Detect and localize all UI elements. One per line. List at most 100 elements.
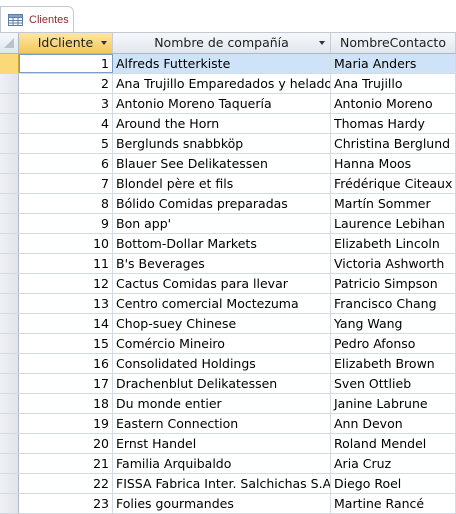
- row-selector[interactable]: [0, 154, 19, 173]
- table-row[interactable]: 12 Cactus Comidas para llevar Patricio Sim…: [0, 274, 456, 294]
- column-header-nombre-compania[interactable]: Nombre de compañía: [113, 33, 331, 53]
- row-selector[interactable]: [0, 74, 19, 93]
- cell-idcliente[interactable]: 9: [19, 214, 113, 233]
- cell-contact-name[interactable]: Martín Sommer: [331, 194, 456, 213]
- cell-idcliente[interactable]: 3: [19, 94, 113, 113]
- row-selector[interactable]: [0, 394, 19, 413]
- cell-contact-name[interactable]: Pedro Afonso: [331, 334, 456, 353]
- cell-company-name[interactable]: Cactus Comidas para llevar: [113, 274, 331, 293]
- row-selector[interactable]: [0, 214, 19, 233]
- cell-contact-name[interactable]: Thomas Hardy: [331, 114, 456, 133]
- cell-idcliente[interactable]: 11: [19, 254, 113, 273]
- table-row[interactable]: 4 Around the Horn Thomas Hardy: [0, 114, 456, 134]
- cell-company-name[interactable]: Bon app': [113, 214, 331, 233]
- cell-idcliente[interactable]: 16: [19, 354, 113, 373]
- row-selector[interactable]: [0, 454, 19, 473]
- row-selector[interactable]: [0, 114, 19, 133]
- cell-company-name[interactable]: Berglunds snabbköp: [113, 134, 331, 153]
- cell-contact-name[interactable]: Victoria Ashworth: [331, 254, 456, 273]
- cell-company-name[interactable]: Familia Arquibaldo: [113, 454, 331, 473]
- row-selector[interactable]: [0, 314, 19, 333]
- row-selector[interactable]: [0, 294, 19, 313]
- cell-company-name[interactable]: Bottom-Dollar Markets: [113, 234, 331, 253]
- cell-idcliente[interactable]: 5: [19, 134, 113, 153]
- cell-contact-name[interactable]: Christina Berglund: [331, 134, 456, 153]
- cell-company-name[interactable]: Ernst Handel: [113, 434, 331, 453]
- table-row[interactable]: 13 Centro comercial Moctezuma Francisco Ch…: [0, 294, 456, 314]
- cell-company-name[interactable]: Du monde entier: [113, 394, 331, 413]
- table-row[interactable]: 18 Du monde entier Janine Labrune: [0, 394, 456, 414]
- table-row[interactable]: 2 Ana Trujillo Emparedados y helados Ana T…: [0, 74, 456, 94]
- cell-company-name[interactable]: Ana Trujillo Emparedados y helados: [113, 74, 331, 93]
- chevron-down-icon[interactable]: [101, 41, 107, 45]
- table-row[interactable]: 1 Alfreds Futterkiste Maria Anders: [0, 54, 456, 74]
- cell-company-name[interactable]: Bólido Comidas preparadas: [113, 194, 331, 213]
- cell-idcliente[interactable]: 15: [19, 334, 113, 353]
- table-row[interactable]: 3 Antonio Moreno Taquería Antonio Moreno: [0, 94, 456, 114]
- cell-idcliente[interactable]: 21: [19, 454, 113, 473]
- cell-contact-name[interactable]: Sven Ottlieb: [331, 374, 456, 393]
- table-row[interactable]: 20 Ernst Handel Roland Mendel: [0, 434, 456, 454]
- table-row[interactable]: 17 Drachenblut Delikatessen Sven Ottlieb: [0, 374, 456, 394]
- table-row[interactable]: 7 Blondel père et fils Frédérique Citeaux: [0, 174, 456, 194]
- cell-idcliente[interactable]: 12: [19, 274, 113, 293]
- cell-contact-name[interactable]: Patricio Simpson: [331, 274, 456, 293]
- cell-contact-name[interactable]: Maria Anders: [331, 54, 456, 73]
- row-selector[interactable]: [0, 234, 19, 253]
- cell-company-name[interactable]: Comércio Mineiro: [113, 334, 331, 353]
- cell-company-name[interactable]: Drachenblut Delikatessen: [113, 374, 331, 393]
- table-row[interactable]: 8 Bólido Comidas preparadas Martín Sommer: [0, 194, 456, 214]
- cell-contact-name[interactable]: Ana Trujillo: [331, 74, 456, 93]
- row-selector[interactable]: [0, 54, 19, 73]
- cell-idcliente[interactable]: 8: [19, 194, 113, 213]
- table-row[interactable]: 10 Bottom-Dollar Markets Elizabeth Lincoln: [0, 234, 456, 254]
- cell-contact-name[interactable]: Janine Labrune: [331, 394, 456, 413]
- chevron-down-icon[interactable]: [319, 41, 325, 45]
- cell-company-name[interactable]: FISSA Fabrica Inter. Salchichas S.A.: [113, 474, 331, 493]
- row-selector[interactable]: [0, 254, 19, 273]
- cell-company-name[interactable]: Centro comercial Moctezuma: [113, 294, 331, 313]
- cell-contact-name[interactable]: Elizabeth Brown: [331, 354, 456, 373]
- cell-idcliente[interactable]: 18: [19, 394, 113, 413]
- column-header-idcliente[interactable]: IdCliente: [19, 33, 113, 53]
- row-selector[interactable]: [0, 194, 19, 213]
- cell-contact-name[interactable]: Yang Wang: [331, 314, 456, 333]
- table-row[interactable]: 11 B's Beverages Victoria Ashworth: [0, 254, 456, 274]
- cell-contact-name[interactable]: Elizabeth Lincoln: [331, 234, 456, 253]
- table-row[interactable]: 14 Chop-suey Chinese Yang Wang: [0, 314, 456, 334]
- cell-company-name[interactable]: Blauer See Delikatessen: [113, 154, 331, 173]
- select-all-button[interactable]: [0, 33, 19, 53]
- row-selector[interactable]: [0, 174, 19, 193]
- table-row[interactable]: 15 Comércio Mineiro Pedro Afonso: [0, 334, 456, 354]
- cell-contact-name[interactable]: Hanna Moos: [331, 154, 456, 173]
- row-selector[interactable]: [0, 94, 19, 113]
- cell-company-name[interactable]: Chop-suey Chinese: [113, 314, 331, 333]
- cell-contact-name[interactable]: Francisco Chang: [331, 294, 456, 313]
- cell-contact-name[interactable]: Aria Cruz: [331, 454, 456, 473]
- table-row[interactable]: 21 Familia Arquibaldo Aria Cruz: [0, 454, 456, 474]
- cell-contact-name[interactable]: Roland Mendel: [331, 434, 456, 453]
- cell-company-name[interactable]: Blondel père et fils: [113, 174, 331, 193]
- cell-company-name[interactable]: Around the Horn: [113, 114, 331, 133]
- table-row[interactable]: 6 Blauer See Delikatessen Hanna Moos: [0, 154, 456, 174]
- cell-idcliente[interactable]: 10: [19, 234, 113, 253]
- table-row[interactable]: 23 Folies gourmandes Martine Rancé: [0, 494, 456, 514]
- table-row[interactable]: 9 Bon app' Laurence Lebihan: [0, 214, 456, 234]
- row-selector[interactable]: [0, 474, 19, 493]
- cell-idcliente[interactable]: 20: [19, 434, 113, 453]
- cell-company-name[interactable]: Eastern Connection: [113, 414, 331, 433]
- cell-company-name[interactable]: Antonio Moreno Taquería: [113, 94, 331, 113]
- cell-company-name[interactable]: Alfreds Futterkiste: [113, 54, 331, 73]
- row-selector[interactable]: [0, 334, 19, 353]
- column-header-nombrecontacto[interactable]: NombreContacto: [331, 33, 456, 53]
- row-selector[interactable]: [0, 414, 19, 433]
- cell-idcliente[interactable]: 2: [19, 74, 113, 93]
- row-selector[interactable]: [0, 434, 19, 453]
- cell-contact-name[interactable]: Antonio Moreno: [331, 94, 456, 113]
- table-row[interactable]: 5 Berglunds snabbköp Christina Berglund: [0, 134, 456, 154]
- cell-company-name[interactable]: B's Beverages: [113, 254, 331, 273]
- tab-clientes[interactable]: Clientes: [0, 6, 74, 33]
- table-row[interactable]: 16 Consolidated Holdings Elizabeth Brown: [0, 354, 456, 374]
- row-selector[interactable]: [0, 274, 19, 293]
- table-row[interactable]: 22 FISSA Fabrica Inter. Salchichas S.A. Di…: [0, 474, 456, 494]
